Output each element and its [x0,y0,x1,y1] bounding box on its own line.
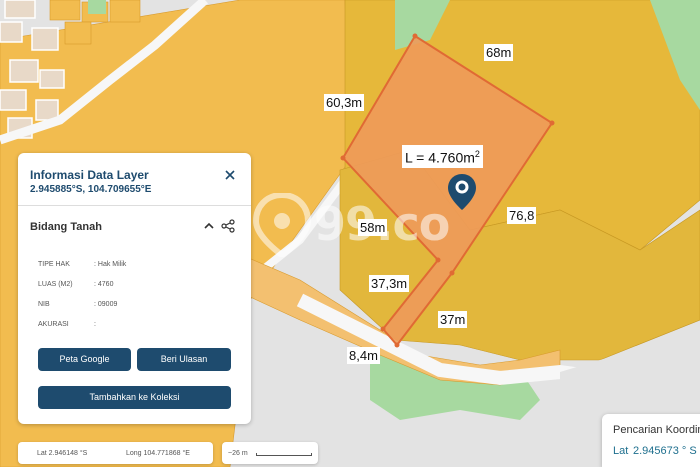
attr-value: : 4760 [94,281,114,288]
beri-ulasan-button[interactable]: Beri Ulasan [137,348,231,371]
peta-google-button[interactable]: Peta Google [38,348,131,371]
green-patch-small [88,0,106,14]
attr-key: AKURASI [38,321,69,328]
panel-divider [18,205,251,206]
panel-title: Informasi Data Layer [30,168,149,182]
dim-label-left-top: 60,3m [324,94,365,111]
search-title: Pencarian Koordinat [613,424,700,436]
dim-label-middle: 58m [358,219,388,236]
close-button[interactable] [222,167,238,183]
cursor-lat: Lat 2.946148 °S [37,450,88,457]
coordinate-search-panel[interactable]: Pencarian Koordinat Lat 2.945673 ° S [602,414,700,467]
scale-text: ~26 m [228,450,248,457]
close-icon [225,170,235,180]
attr-key: NIB [38,301,50,308]
share-icon[interactable] [221,219,235,233]
section-title: Bidang Tanah [30,221,102,233]
cursor-long: Long 104.771868 °E [126,450,190,457]
info-panel: Informasi Data Layer 2.945885°S, 104.709… [18,153,251,424]
area-value: L = 4.760m [405,149,475,166]
location-pin-icon[interactable] [447,173,477,211]
dim-label-lower-right: 37m [438,311,468,328]
cursor-coordinates: Lat 2.946148 °S Long 104.771868 °E [18,442,213,464]
attr-value: : [94,321,96,328]
area-label: L = 4.760m2 [402,145,483,168]
dim-label-inner: 37,3m [369,275,410,292]
attr-value: : 09009 [94,301,118,308]
area-unit-sup: 2 [474,149,480,159]
attr-key: TIPE HAK [38,261,70,268]
search-lat-label: Lat [613,445,629,457]
dim-label-right: 76,8 [507,207,537,224]
chevron-up-icon[interactable] [202,219,216,233]
tambahkan-koleksi-button[interactable]: Tambahkan ke Koleksi [38,386,231,409]
scale-bar: ~26 m [222,442,318,464]
panel-coords: 2.945885°S, 104.709655°E [30,184,152,195]
dim-label-top: 68m [484,44,514,61]
dim-label-bottom: 8,4m [347,347,380,364]
search-lat-value[interactable]: 2.945673 ° S [633,445,697,457]
attr-key: LUAS (M2) [38,281,73,288]
attr-value: : Hak Milik [94,261,127,268]
scale-line [256,453,312,456]
